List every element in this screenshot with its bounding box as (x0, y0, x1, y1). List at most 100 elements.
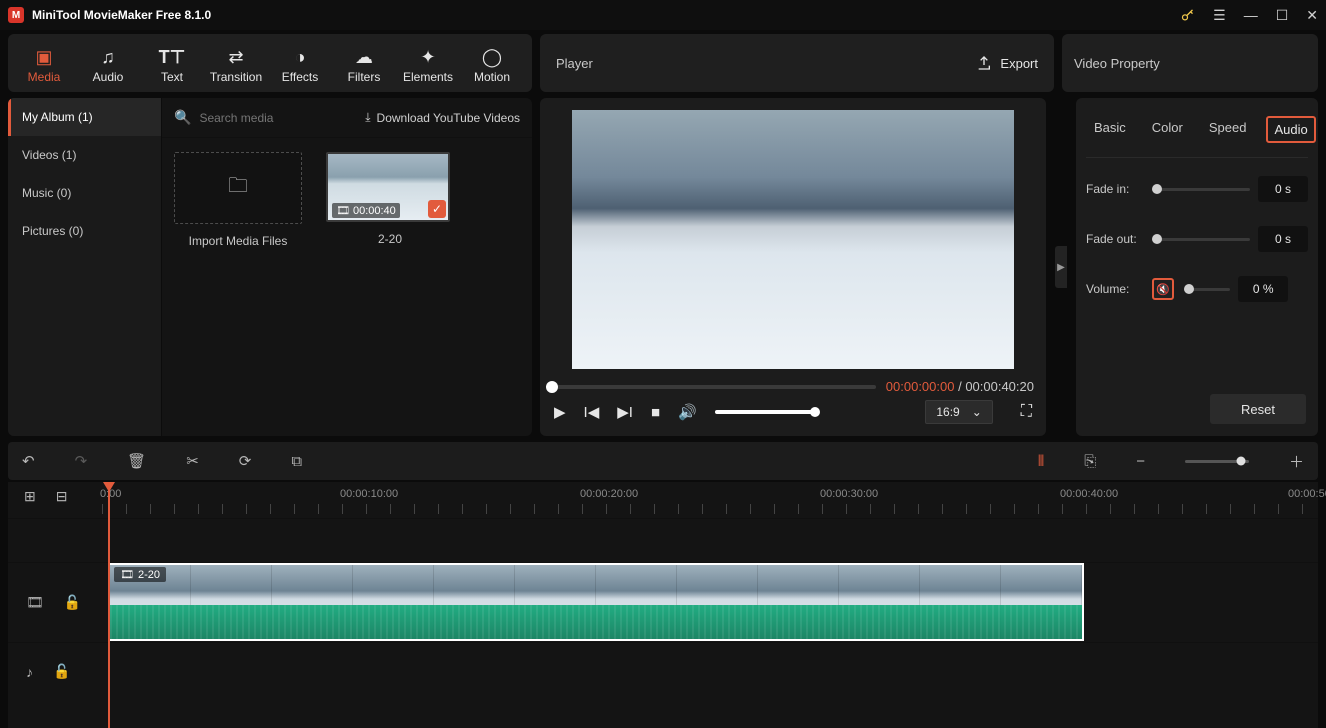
music-note-icon: ♫ (76, 44, 140, 70)
main-tabs: ▣Media ♫Audio T⊤Text ⇄Transition ◑Effect… (8, 34, 532, 92)
transition-icon: ⇄ (204, 44, 268, 70)
zoom-in-button[interactable]: ＋ (1289, 451, 1304, 472)
export-icon (976, 55, 992, 71)
tab-media[interactable]: ▣Media (12, 40, 76, 86)
cat-pictures[interactable]: Pictures (0) (8, 212, 161, 250)
tab-effects[interactable]: ◑Effects (268, 40, 332, 86)
upgrade-key-icon[interactable] (1180, 8, 1195, 23)
timeline-clip[interactable]: 🎞2-20 (108, 563, 1084, 641)
audio-track-icon[interactable]: ♪ (26, 664, 33, 680)
clip-volume-slider[interactable] (1184, 288, 1230, 291)
export-button[interactable]: Export (976, 55, 1038, 71)
app-logo: M (8, 7, 24, 23)
ruler-mark: 00:00:30:00 (820, 488, 878, 500)
search-icon: 🔍 (174, 109, 191, 126)
cat-music[interactable]: Music (0) (8, 174, 161, 212)
video-track-icon[interactable]: 🎞 (26, 594, 44, 611)
mute-toggle-button[interactable]: 🔇 (1152, 278, 1174, 300)
volume-value[interactable]: 0 % (1238, 276, 1288, 302)
maximize-icon[interactable]: ☐ (1276, 7, 1289, 24)
media-categories: My Album (1) Videos (1) Music (0) Pictur… (8, 98, 162, 436)
tab-audio[interactable]: ♫Audio (76, 40, 140, 86)
fade-in-slider[interactable] (1152, 188, 1250, 191)
aspect-ratio-dropdown[interactable]: 16:9 ⌄ (925, 400, 992, 424)
minimize-icon[interactable]: — (1244, 7, 1258, 23)
chevron-down-icon: ⌄ (972, 405, 982, 419)
timeline-toolbar: ↶ ↷ 🗑 ✂ ⟳ ⧉ ⫴ ⎘ − ＋ (8, 442, 1318, 480)
volume-icon[interactable]: 🔊 (678, 403, 697, 421)
folder-plus-icon: 🗀 (228, 171, 248, 205)
media-library: My Album (1) Videos (1) Music (0) Pictur… (8, 98, 532, 436)
prop-tab-basic[interactable]: Basic (1088, 116, 1132, 143)
search-input[interactable] (199, 111, 357, 125)
ruler-mark: 00:00:40:00 (1060, 488, 1118, 500)
ruler-mark: 0:00 (100, 488, 121, 500)
redo-button[interactable]: ↷ (75, 452, 88, 470)
tab-text[interactable]: T⊤Text (140, 40, 204, 86)
cat-videos[interactable]: Videos (1) (8, 136, 161, 174)
crop-button[interactable]: ⧉ (291, 453, 302, 470)
remove-track-button[interactable]: ⊟ (56, 488, 68, 505)
film-icon: 🎞 (336, 204, 350, 217)
snap-toggle[interactable]: ⫴ (1038, 453, 1044, 470)
link-toggle[interactable]: ⎘ (1084, 453, 1096, 470)
delete-button[interactable]: 🗑 (127, 452, 146, 470)
timeline-playhead[interactable] (108, 482, 110, 728)
tab-motion[interactable]: ◯Motion (460, 40, 524, 86)
close-icon[interactable]: ✕ (1306, 7, 1318, 24)
thumbnail-label: 2-20 (326, 232, 454, 246)
timeline-ruler[interactable]: ⊞ ⊟ 0:00 00:00:10:00 00:00:20:00 00:00:3… (8, 482, 1318, 518)
title-bar: M MiniTool MovieMaker Free 8.1.0 ☰ — ☐ ✕ (0, 0, 1326, 30)
lock-track-icon[interactable]: 🔓 (64, 594, 81, 611)
player-label: Player (556, 56, 976, 71)
prop-tab-speed[interactable]: Speed (1203, 116, 1253, 143)
stop-button[interactable]: ■ (651, 404, 660, 421)
volume-label: Volume: (1086, 282, 1144, 296)
elements-icon: ✦ (396, 44, 460, 70)
menu-icon[interactable]: ☰ (1213, 7, 1226, 24)
folder-icon: ▣ (12, 44, 76, 70)
tab-elements[interactable]: ✦Elements (396, 40, 460, 86)
ruler-mark: 00:00:50 (1288, 488, 1326, 500)
prop-tab-color[interactable]: Color (1146, 116, 1189, 143)
prop-tab-audio[interactable]: Audio (1266, 116, 1315, 143)
speaker-mute-icon: 🔇 (1156, 283, 1170, 296)
tab-filters[interactable]: ☁Filters (332, 40, 396, 86)
reset-button[interactable]: Reset (1210, 394, 1306, 424)
app-title: MiniTool MovieMaker Free 8.1.0 (32, 8, 1180, 22)
fade-out-value[interactable]: 0 s (1258, 226, 1308, 252)
zoom-slider[interactable] (1185, 460, 1249, 463)
thumbnail-selected-icon: ✓ (428, 200, 446, 218)
seek-bar[interactable] (552, 385, 876, 389)
tab-transition[interactable]: ⇄Transition (204, 40, 268, 86)
fade-in-label: Fade in: (1086, 182, 1144, 196)
undo-button[interactable]: ↶ (22, 452, 35, 470)
download-youtube-link[interactable]: ⤓ Download YouTube Videos (365, 110, 520, 125)
speed-button[interactable]: ⟳ (239, 452, 252, 470)
property-panel: Basic Color Speed Audio Fade in: 0 s Fad… (1076, 98, 1318, 436)
next-frame-button[interactable]: ▶I (617, 403, 633, 421)
import-media-button[interactable]: 🗀 (174, 152, 302, 224)
video-preview[interactable] (572, 110, 1014, 369)
player-header: Player Export (540, 34, 1054, 92)
volume-slider[interactable] (715, 410, 815, 414)
add-track-button[interactable]: ⊞ (24, 488, 36, 505)
zoom-out-button[interactable]: − (1136, 453, 1145, 470)
prev-frame-button[interactable]: I◀ (584, 403, 600, 421)
lock-audio-track-icon[interactable]: 🔓 (53, 663, 70, 680)
motion-icon: ◯ (460, 44, 524, 70)
fullscreen-button[interactable]: ⛶ (1021, 403, 1032, 421)
fade-out-slider[interactable] (1152, 238, 1250, 241)
cat-my-album[interactable]: My Album (1) (8, 98, 161, 136)
play-button[interactable]: ▶ (554, 403, 566, 421)
text-icon: T⊤ (140, 44, 204, 70)
media-thumbnail[interactable]: 🎞00:00:40 ✓ (326, 152, 450, 222)
import-media-label: Import Media Files (174, 234, 302, 248)
clip-name-tag: 🎞2-20 (114, 567, 166, 582)
panel-collapse-grip[interactable]: ▶ (1054, 98, 1068, 436)
fade-in-value[interactable]: 0 s (1258, 176, 1308, 202)
filters-icon: ☁ (332, 44, 396, 70)
ruler-mark: 00:00:20:00 (580, 488, 638, 500)
split-button[interactable]: ✂ (186, 452, 199, 470)
cloud-download-icon: ⤓ (365, 110, 370, 125)
